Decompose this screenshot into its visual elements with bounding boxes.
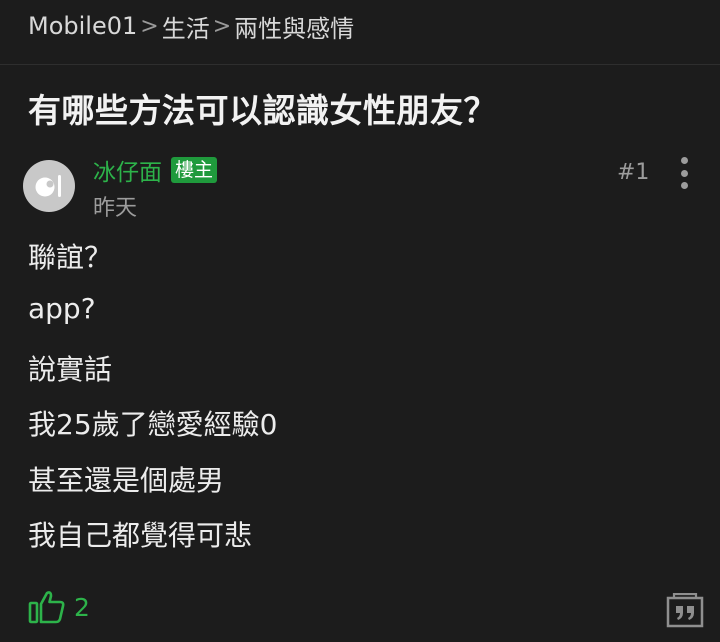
post-timestamp: 昨天	[93, 196, 138, 221]
menu-dot	[680, 169, 688, 177]
more-vertical-icon[interactable]	[676, 157, 692, 189]
like-button[interactable]: 2	[28, 590, 90, 624]
post-content-line: app?	[28, 292, 96, 325]
thumbs-up-icon	[28, 591, 65, 624]
like-count: 2	[74, 592, 90, 622]
menu-dot	[680, 157, 688, 164]
breadcrumb-separator: >	[140, 13, 159, 39]
post-content-line: 我25歲了戀愛經驗0	[28, 408, 278, 441]
breadcrumb-forum-link[interactable]: 兩性與感情	[234, 9, 354, 44]
breadcrumb-category-link[interactable]: 生活	[162, 9, 210, 44]
post-author: 冰仔面 樓主	[93, 153, 218, 187]
breadcrumb-separator: >	[212, 13, 232, 39]
post-content-line: 說實話	[28, 353, 113, 386]
post-content-line: 甚至還是個處男	[28, 464, 225, 497]
post-content-line: 我自己都覺得可悲	[28, 519, 253, 552]
header-divider	[0, 64, 720, 65]
menu-dot	[680, 182, 688, 189]
thread-title: 有哪些方法可以認識女性朋友？	[28, 91, 497, 130]
quote-icon	[666, 592, 704, 628]
avatar-glyph	[35, 175, 61, 197]
avatar-placeholder-icon[interactable]	[23, 160, 75, 212]
thread-starter-badge: 樓主	[171, 157, 218, 183]
breadcrumb-site-link[interactable]: Mobile01	[28, 12, 137, 40]
post-content-line: 聯誼？	[28, 241, 113, 274]
author-name-link[interactable]: 冰仔面	[93, 153, 162, 187]
quote-button[interactable]	[665, 592, 705, 629]
floor-number: #1	[617, 160, 650, 185]
breadcrumb: Mobile01 > 生活 > 兩性與感情	[28, 8, 354, 44]
